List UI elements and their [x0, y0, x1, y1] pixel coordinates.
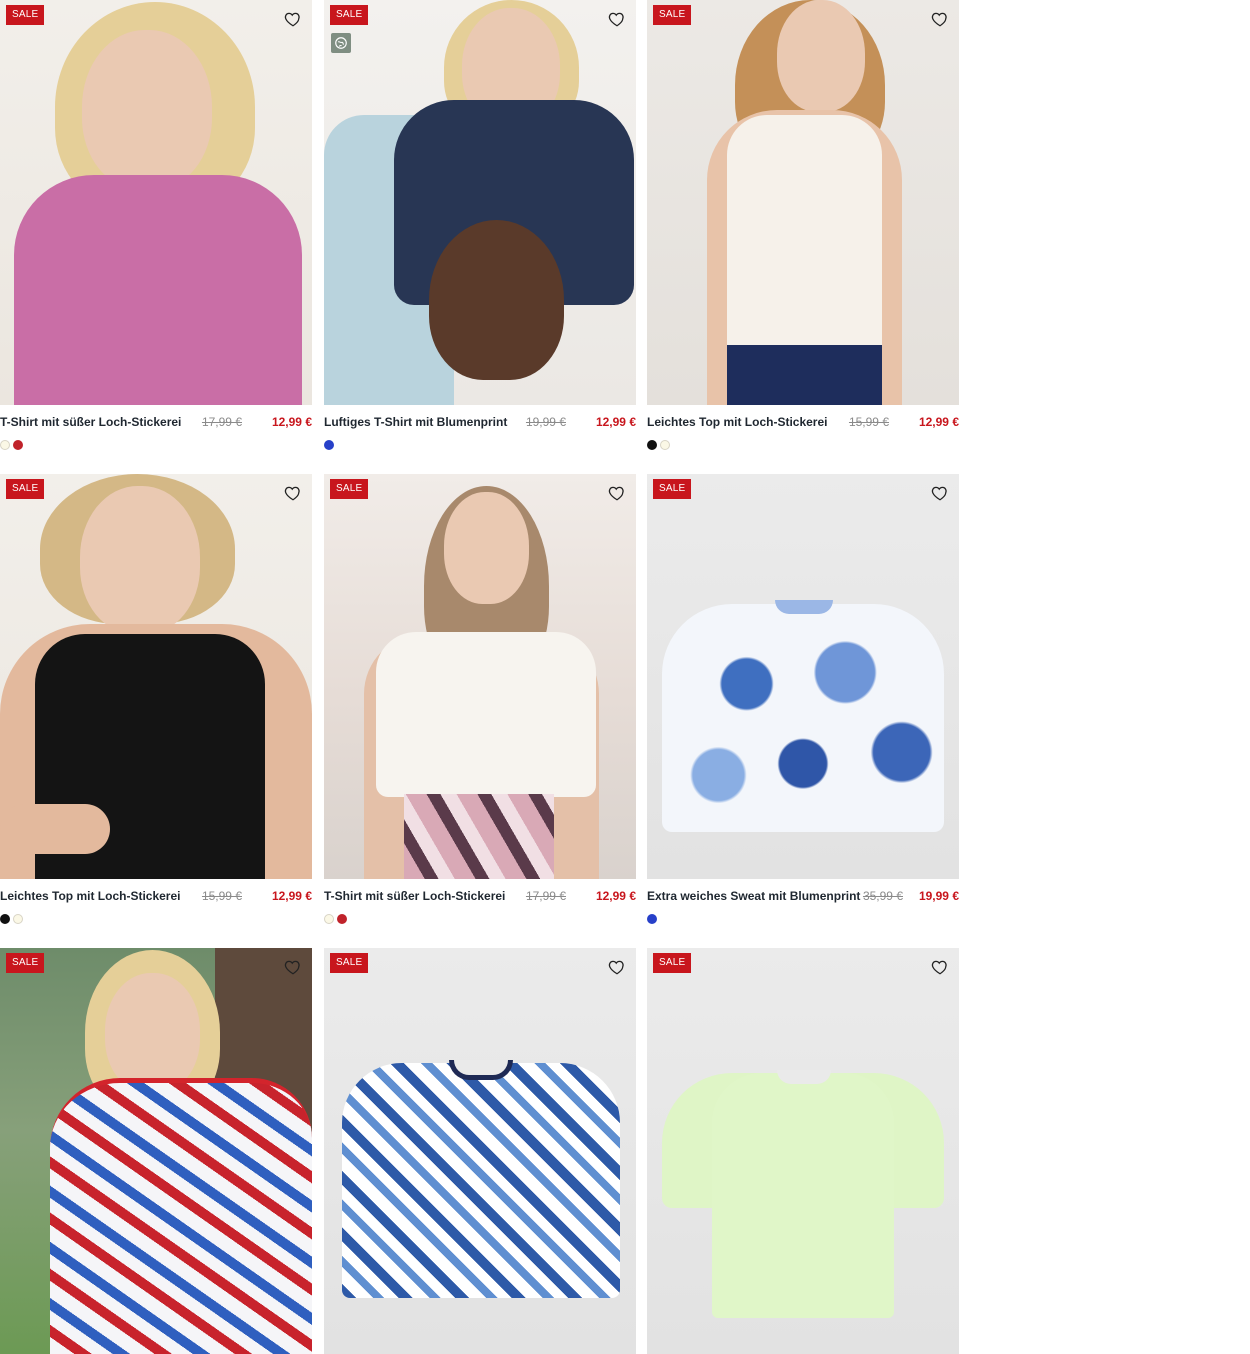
- color-swatches: [324, 440, 334, 452]
- model-face: [105, 973, 200, 1093]
- product-name[interactable]: Luftiges T-Shirt mit Blumenprint: [324, 415, 507, 429]
- model-arm: [0, 804, 110, 854]
- sale-badge: SALE: [653, 479, 692, 499]
- color-swatch[interactable]: [0, 440, 10, 450]
- sale-badge: SALE: [653, 953, 692, 973]
- product-name[interactable]: Leichtes Top mit Loch-Stickerei: [0, 889, 180, 903]
- product-info: Leichtes Top mit Loch-Stickerei 15,99 € …: [647, 409, 959, 450]
- product-image[interactable]: SALE: [647, 474, 959, 879]
- product-card[interactable]: SALE Luftiges T-Shirt mit Blumenprint 19…: [324, 0, 636, 450]
- plaid-tshirt: [50, 1078, 312, 1354]
- color-swatch[interactable]: [647, 914, 657, 924]
- product-image[interactable]: SALE: [0, 474, 312, 879]
- heart-icon[interactable]: [931, 484, 949, 502]
- sale-price: 12,99 €: [918, 415, 959, 429]
- product-name[interactable]: T-Shirt mit süßer Loch-Stickerei: [0, 415, 181, 429]
- sale-badge: SALE: [330, 479, 369, 499]
- neckline: [775, 600, 833, 614]
- product-card[interactable]: SALE T-Shirt mit süßer Loch-Stickerei 17…: [0, 0, 312, 450]
- product-name[interactable]: T-Shirt mit süßer Loch-Stickerei: [324, 889, 505, 903]
- product-image[interactable]: SALE: [324, 948, 636, 1354]
- color-swatches: [647, 914, 657, 926]
- model-face: [80, 486, 200, 634]
- product-name[interactable]: Extra weiches Sweat mit Blumenprint: [647, 889, 860, 903]
- color-swatches: [0, 914, 23, 926]
- color-swatch[interactable]: [647, 440, 657, 450]
- globe-leaf-icon: [331, 33, 351, 53]
- sale-badge: SALE: [6, 5, 45, 25]
- old-price: 17,99 €: [201, 415, 242, 429]
- color-swatch[interactable]: [13, 440, 23, 450]
- product-image[interactable]: SALE: [324, 0, 636, 405]
- sale-price: 12,99 €: [595, 889, 636, 903]
- sale-price: 19,99 €: [918, 889, 959, 903]
- heart-icon[interactable]: [608, 10, 626, 28]
- color-swatch[interactable]: [324, 440, 334, 450]
- heart-icon[interactable]: [931, 958, 949, 976]
- product-info: T-Shirt mit süßer Loch-Stickerei 17,99 €…: [324, 883, 636, 924]
- old-price: 17,99 €: [525, 889, 566, 903]
- product-card[interactable]: SALE T-Shirt mit süßer Loch-Stickerei 17…: [324, 474, 636, 924]
- puppy: [429, 220, 564, 380]
- color-swatch[interactable]: [324, 914, 334, 924]
- pink-tshirt: [14, 175, 302, 405]
- product-grid: SALE T-Shirt mit süßer Loch-Stickerei 17…: [0, 0, 961, 1354]
- heart-icon[interactable]: [608, 484, 626, 502]
- product-info: Leichtes Top mit Loch-Stickerei 15,99 € …: [0, 883, 312, 924]
- color-swatch[interactable]: [13, 914, 23, 924]
- sale-price: 12,99 €: [271, 889, 312, 903]
- color-swatches: [647, 440, 670, 452]
- color-swatch[interactable]: [660, 440, 670, 450]
- model-face: [444, 492, 529, 604]
- sale-price: 12,99 €: [595, 415, 636, 429]
- green-tshirt: [712, 1073, 894, 1318]
- product-info: Extra weiches Sweat mit Blumenprint 35,9…: [647, 883, 959, 924]
- product-card[interactable]: SALE Leichtes Top mit Loch-Stickerei 15,…: [647, 0, 959, 450]
- model-face: [82, 30, 212, 190]
- product-image[interactable]: SALE: [0, 948, 312, 1354]
- model-face: [777, 0, 865, 112]
- heart-icon[interactable]: [284, 958, 302, 976]
- sale-price: 12,99 €: [271, 415, 312, 429]
- product-card[interactable]: SALE: [647, 948, 959, 1354]
- old-price: 15,99 €: [201, 889, 242, 903]
- white-tshirt: [376, 632, 596, 797]
- patterned-trousers: [404, 794, 554, 879]
- neckline: [777, 1070, 831, 1084]
- color-swatches: [324, 914, 347, 926]
- product-card[interactable]: SALE Leichtes Top mit Loch-Stickerei 15,…: [0, 474, 312, 924]
- product-image[interactable]: SALE: [0, 0, 312, 405]
- heart-icon[interactable]: [931, 10, 949, 28]
- product-image[interactable]: SALE: [647, 948, 959, 1354]
- sale-badge: SALE: [330, 5, 369, 25]
- product-name[interactable]: Leichtes Top mit Loch-Stickerei: [647, 415, 827, 429]
- floral-sweatshirt: [662, 604, 944, 832]
- old-price: 35,99 €: [862, 889, 903, 903]
- product-info: T-Shirt mit süßer Loch-Stickerei 17,99 €…: [0, 409, 312, 450]
- product-card[interactable]: SALE: [0, 948, 312, 1354]
- sale-badge: SALE: [6, 479, 45, 499]
- product-image[interactable]: SALE: [647, 0, 959, 405]
- check-print-shirt: [342, 1063, 620, 1298]
- neckline: [449, 1060, 513, 1080]
- old-price: 19,99 €: [525, 415, 566, 429]
- sale-badge: SALE: [330, 953, 369, 973]
- jeans: [727, 345, 882, 405]
- sale-badge: SALE: [653, 5, 692, 25]
- heart-icon[interactable]: [284, 484, 302, 502]
- product-info: Luftiges T-Shirt mit Blumenprint 19,99 €…: [324, 409, 636, 450]
- old-price: 15,99 €: [848, 415, 889, 429]
- sale-badge: SALE: [6, 953, 45, 973]
- product-card[interactable]: SALE Extra weiches Sweat mit Blumenprint…: [647, 474, 959, 924]
- white-top: [727, 115, 882, 377]
- heart-icon[interactable]: [284, 10, 302, 28]
- heart-icon[interactable]: [608, 958, 626, 976]
- product-card[interactable]: SALE: [324, 948, 636, 1354]
- color-swatches: [0, 440, 23, 452]
- color-swatch[interactable]: [337, 914, 347, 924]
- color-swatch[interactable]: [0, 914, 10, 924]
- product-image[interactable]: SALE: [324, 474, 636, 879]
